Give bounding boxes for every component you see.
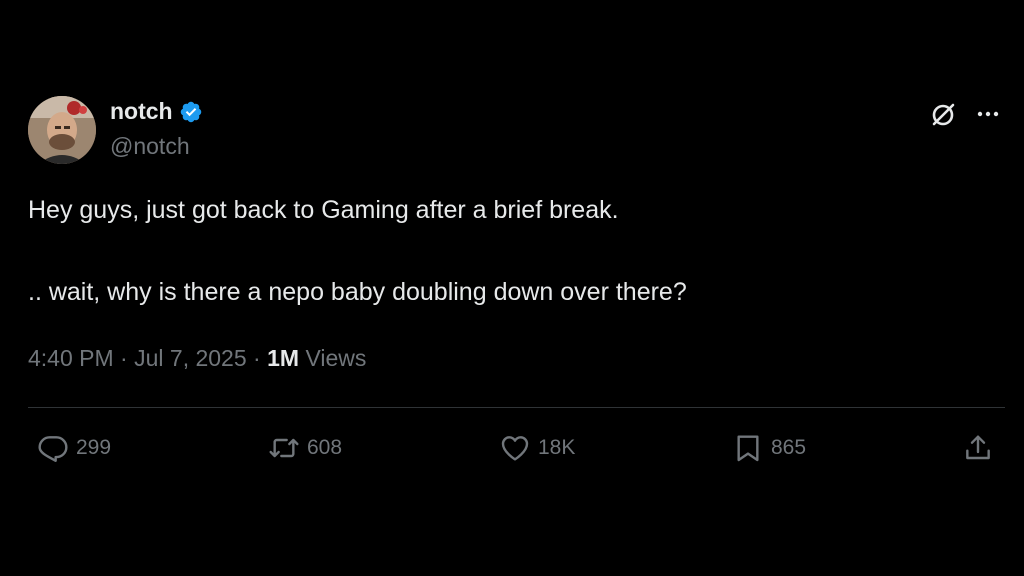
divider xyxy=(28,407,1005,408)
repost-button[interactable]: 608 xyxy=(268,430,342,466)
tweet-text-line-1: Hey guys, just got back to Gaming after … xyxy=(28,196,619,224)
tweet-date[interactable]: Jul 7, 2025 xyxy=(134,345,247,371)
like-button[interactable]: 18K xyxy=(499,430,575,466)
verified-badge-icon[interactable] xyxy=(179,100,203,124)
tweet-time[interactable]: 4:40 PM xyxy=(28,345,114,371)
reply-button[interactable]: 299 xyxy=(37,430,111,466)
display-name-text[interactable]: notch xyxy=(110,98,173,125)
bookmark-count: 865 xyxy=(771,436,807,459)
share-icon xyxy=(966,435,990,460)
tweet-meta: 4:40 PM · Jul 7, 2025 · 1M Views xyxy=(28,345,366,372)
handle[interactable]: @notch xyxy=(110,133,190,160)
repost-count: 608 xyxy=(307,436,343,459)
meta-separator: · xyxy=(120,345,135,371)
repost-icon xyxy=(269,438,299,458)
more-button[interactable] xyxy=(970,100,1004,128)
reply-count: 299 xyxy=(76,436,112,459)
avatar[interactable] xyxy=(28,96,96,164)
views-label: Views xyxy=(305,345,367,371)
bookmark-button[interactable]: 865 xyxy=(732,430,806,466)
heart-icon xyxy=(501,436,529,461)
share-button[interactable] xyxy=(962,430,994,466)
grok-icon xyxy=(932,103,955,126)
like-count: 18K xyxy=(538,436,576,459)
bookmark-icon xyxy=(737,435,759,462)
tweet-text-line-2: .. wait, why is there a nepo baby doubli… xyxy=(28,278,687,306)
views-count: 1M xyxy=(267,345,306,371)
meta-separator: · xyxy=(253,345,268,371)
tweet: notch @notch Hey guys, just got back to … xyxy=(0,0,1024,576)
display-name[interactable]: notch xyxy=(110,98,203,125)
grok-button[interactable] xyxy=(928,100,958,130)
more-icon xyxy=(977,111,999,117)
reply-icon xyxy=(38,436,68,462)
